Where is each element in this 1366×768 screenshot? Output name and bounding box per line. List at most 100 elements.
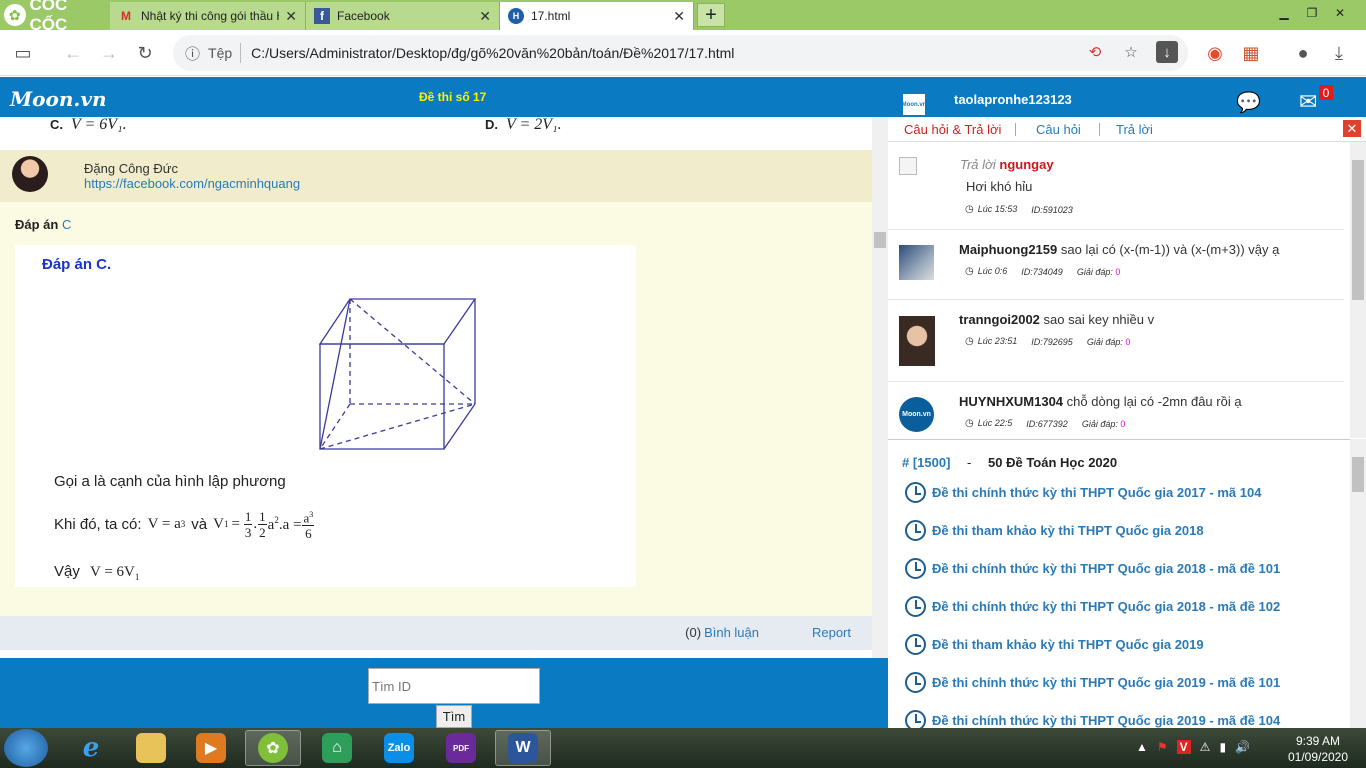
scrollbar-thumb[interactable] [1352,457,1364,492]
close-tab-icon[interactable]: ✕ [285,8,297,25]
main-scrollbar[interactable] [872,117,888,658]
taskbar-word[interactable]: W [495,730,551,766]
signal-icon[interactable]: ▮ [1219,740,1226,754]
sidebar-toggle-icon[interactable]: ▭ [10,40,36,66]
list-item[interactable]: Moon.vn HUYNHXUM1304 chỗ dòng lại có -2m… [888,382,1344,438]
taskbar-ie[interactable]: e [63,730,119,766]
tab-qa[interactable]: Câu hỏi & Trả lời [904,122,1001,137]
taskbar-zalo[interactable]: Zalo [371,730,427,766]
calendar-extension-icon[interactable]: ▦ [1238,40,1264,66]
avatar [12,156,48,192]
list-item[interactable]: Maiphuong2159 sao lại có (x-(m-1)) và (x… [888,230,1344,300]
clock-icon [905,482,926,503]
profile-icon[interactable]: ● [1290,40,1316,66]
clock-icon [905,558,926,579]
user-avatar[interactable]: Moon.vn [901,92,927,117]
close-panel-icon[interactable]: ✕ [1343,120,1361,137]
forward-icon[interactable]: → [96,40,122,66]
url-text[interactable]: C:/Users/Administrator/Desktop/đg/gõ%20v… [251,45,734,61]
option-c[interactable]: C. V = 6V₁. [50,117,127,134]
new-tab-button[interactable]: + [697,3,725,27]
fraction-one-half: 12 [258,508,267,540]
cube-figure [318,298,477,450]
comments-link[interactable]: (0) Bình luận [685,625,759,640]
tab-questions[interactable]: Câu hỏi [1036,122,1081,137]
moon-avatar-icon: Moon.vn [899,397,934,432]
search-footer: Tìm [0,658,888,728]
qa-scrollbar[interactable] [1350,142,1366,438]
close-window-icon[interactable]: ✕ [1326,2,1354,24]
solution-line-2: Khi đó, ta có: V = a3 và V1 = 13 . 12 a2… [54,507,315,542]
taskbar-media[interactable]: ▶ [183,730,239,766]
panel-tabs: Câu hỏi & Trả lời Câu hỏi Trả lời ✕ [888,117,1366,142]
exam-link[interactable]: Đề thi chính thức kỳ thi THPT Quốc gia 2… [905,596,1280,617]
media-player-icon: ▶ [196,733,226,763]
exam-link[interactable]: Đề thi tham khảo kỳ thi THPT Quốc gia 20… [905,634,1204,655]
restore-icon[interactable]: ❐ [1298,2,1326,24]
exam-link[interactable]: Đề thi tham khảo kỳ thi THPT Quốc gia 20… [905,520,1204,541]
chat-icon[interactable]: 💬 [1236,90,1264,114]
bookmark-star-icon[interactable]: ☆ [1120,41,1142,63]
downloads-icon[interactable]: ⤓ [1326,40,1352,66]
clock-icon [905,596,926,617]
solution-author: Đặng Công Đức https://facebook.com/ngacm… [0,150,872,202]
search-button[interactable]: Tìm [436,705,472,728]
exam-link[interactable]: Đề thi chính thức kỳ thi THPT Quốc gia 2… [905,710,1280,728]
close-tab-icon[interactable]: ✕ [479,8,491,25]
scrollbar-thumb[interactable] [874,232,886,248]
answer-options: C. V = 6V₁. D. V = 2V₁. [0,117,872,150]
exam-group-header: # [1500] - 50 Đề Toán Học 2020 [902,455,1118,470]
scrollbar-thumb[interactable] [1352,160,1364,300]
exam-link[interactable]: Đề thi chính thức kỳ thi THPT Quốc gia 2… [905,672,1280,693]
moon-logo[interactable]: Moon.vn [10,87,106,111]
download-icon[interactable]: ↓ [1156,41,1178,63]
taskbar-pdf[interactable]: PDF [433,730,489,766]
search-id-input[interactable] [368,668,540,704]
solution-box: Đáp án C. Gọi a là cạnh của hình lập phư… [15,245,636,587]
list-item[interactable]: Trả lời ngungay Hơi khó hỉu ◷ Lúc 15:53 I… [888,142,1344,230]
show-hidden-icon[interactable]: ▲ [1136,740,1148,754]
avatar [899,316,935,366]
taskbar-explorer[interactable] [123,730,179,766]
folder-icon [136,733,166,763]
flag-icon[interactable]: ⚑ [1157,740,1168,754]
tab-answers[interactable]: Trả lời [1116,122,1153,137]
broken-image-icon [899,157,917,175]
clock-icon: ◷ [965,336,974,347]
back-icon[interactable]: ← [60,40,86,66]
pdf-icon: PDF [446,733,476,763]
clock-icon [905,710,926,728]
close-tab-icon[interactable]: ✕ [673,8,685,25]
address-bar[interactable]: ⓘ Tệp C:/Users/Administrator/Desktop/đg/… [173,35,1188,71]
fraction-a-cubed-over-six: a3 6 [302,507,315,541]
reload-icon[interactable]: ↻ [132,40,158,66]
coccoc-logo[interactable]: ✿ CỐC CỐC [0,0,108,34]
tab-17-html[interactable]: H 17.html ✕ [500,2,694,30]
minimize-icon[interactable]: ▁ [1270,2,1298,24]
author-facebook-link[interactable]: https://facebook.com/ngacminhquang [84,176,300,191]
comment-bar: (0) Bình luận Report [0,616,872,650]
list-item[interactable]: tranngoi2002 sao sai key nhiều v ◷ Lúc 23… [888,300,1344,382]
taskbar-app[interactable]: ⌂ [309,730,365,766]
translate-icon[interactable]: ⟲ [1084,41,1106,63]
info-icon[interactable]: ⓘ [185,43,200,64]
tab-gmail[interactable]: M Nhật ký thi công gói thầu Hồ ✕ [110,2,306,30]
taskbar-coccoc[interactable]: ✿ [245,730,301,766]
username[interactable]: taolapronhe123123 [954,92,1072,107]
solution-title: Đáp án C. [42,256,112,273]
report-link[interactable]: Report [812,625,851,640]
exam-link[interactable]: Đề thi chính thức kỳ thi THPT Quốc gia 2… [905,482,1261,503]
exam-scrollbar[interactable] [1350,439,1366,728]
start-button[interactable] [4,729,48,767]
antivirus-icon[interactable]: V [1176,740,1191,754]
network-warning-icon[interactable]: ⚠ [1200,740,1211,754]
exam-link[interactable]: Đề thi chính thức kỳ thi THPT Quốc gia 2… [905,558,1280,579]
volume-icon[interactable]: 🔊 [1235,740,1250,754]
tab-title: 17.html [531,9,571,23]
exam-title: Đề thi số 17 [419,90,487,104]
system-clock[interactable]: 9:39 AM 01/09/2020 [1283,733,1353,765]
tab-facebook[interactable]: f Facebook ✕ [306,2,500,30]
option-d[interactable]: D. V = 2V₁. [485,117,562,134]
coccoc-extension-icon[interactable]: ◉ [1202,40,1228,66]
internet-explorer-icon: e [82,733,100,763]
